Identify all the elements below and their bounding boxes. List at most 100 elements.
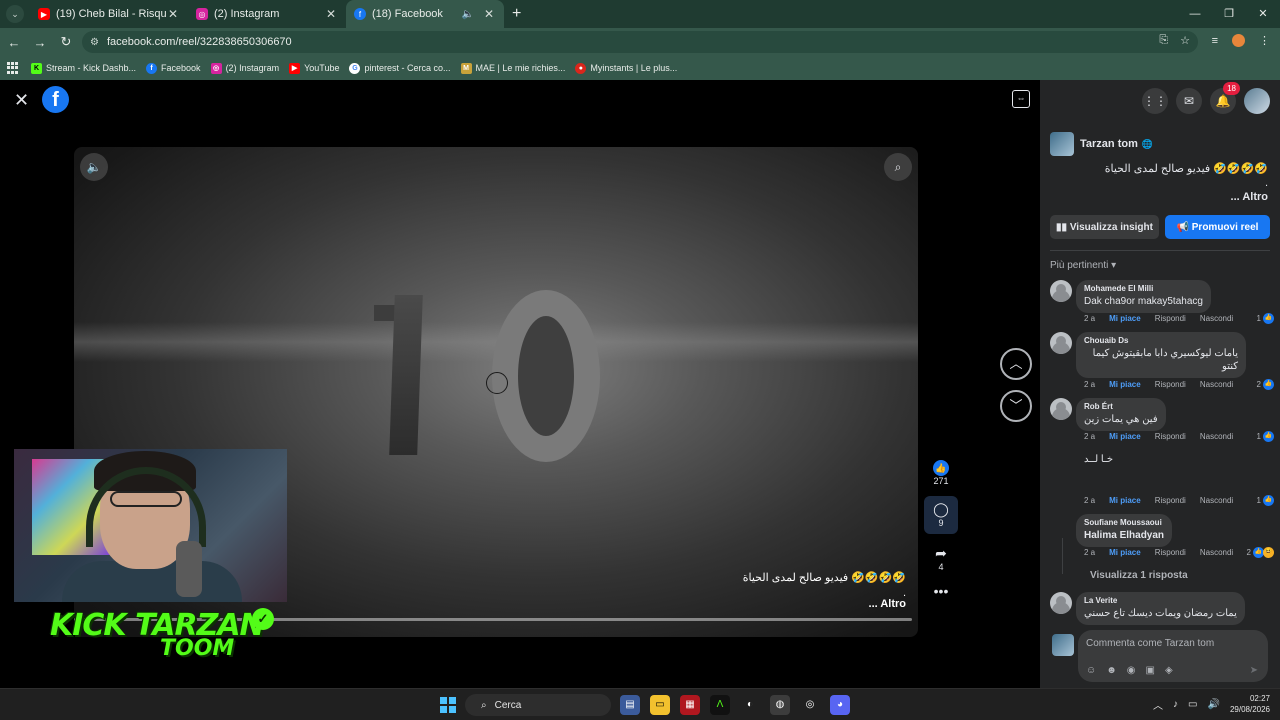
bookmark-mae[interactable]: M MAE | Le mie richies... xyxy=(460,62,565,74)
view-insights-button[interactable]: ▮▮ Visualizza insight xyxy=(1050,215,1159,239)
tab-close-icon[interactable]: ✕ xyxy=(482,7,496,21)
emoji-icon[interactable]: ☻ xyxy=(1106,665,1117,676)
bookmark-youtube[interactable]: ▶ YouTube xyxy=(289,62,339,74)
comment-reply-button[interactable]: Rispondi xyxy=(1155,496,1186,505)
comment-reactions[interactable]: 2 👍 😆 xyxy=(1247,547,1274,558)
comment-like-button[interactable]: Mi piace xyxy=(1109,432,1141,441)
commenter-name[interactable]: Mohamede El Milli xyxy=(1084,284,1203,293)
app-icon-1[interactable]: ▤ xyxy=(620,695,640,715)
send-icon[interactable]: ➤ xyxy=(1250,665,1258,676)
taskbar-search[interactable]: ⌕ Cerca xyxy=(465,694,611,716)
commenter-avatar[interactable] xyxy=(1050,398,1072,420)
bookmark-facebook[interactable]: f Facebook xyxy=(146,62,201,74)
tab-close-icon[interactable]: ✕ xyxy=(324,7,338,21)
chrome-icon[interactable]: ◍ xyxy=(770,695,790,715)
reel-caption-more[interactable]: ... Altro xyxy=(606,598,906,610)
comment-sort-dropdown[interactable]: Più pertinenti ▾ xyxy=(1050,260,1116,271)
tray-chevron-icon[interactable]: ︿ xyxy=(1153,697,1163,712)
commenter-name[interactable]: Rob Ért xyxy=(1084,402,1158,411)
commenter-name[interactable]: La Verite xyxy=(1084,596,1237,605)
next-reel-button[interactable]: ﹀ xyxy=(1000,390,1032,422)
network-icon[interactable]: ▭ xyxy=(1188,699,1197,710)
tab-search-chevron-icon[interactable]: ⌄ xyxy=(6,5,24,23)
comment-like-button[interactable]: Mi piace xyxy=(1109,496,1141,505)
back-icon[interactable]: ← xyxy=(2,35,26,50)
previous-reel-button[interactable]: ︿ xyxy=(1000,348,1032,380)
comment-button[interactable]: ◯ 9 xyxy=(924,496,958,534)
gif-icon[interactable]: ▣ xyxy=(1145,665,1154,676)
app-icon-green[interactable]: Λ xyxy=(710,695,730,715)
app-icon-capcut[interactable]: ◐ xyxy=(740,695,760,715)
expand-icon[interactable]: ⇔ xyxy=(1012,90,1030,108)
bookmark-pinterest[interactable]: Gpinterest - Cerca co... xyxy=(349,62,451,74)
comment-like-button[interactable]: Mi piace xyxy=(1109,314,1141,323)
apps-grid-icon[interactable] xyxy=(7,62,19,74)
tab-instagram[interactable]: ◎ (2) Instagram ✕ xyxy=(188,0,346,28)
promote-reel-button[interactable]: 📢 Promuovi reel xyxy=(1165,215,1270,239)
menu-dots-icon[interactable]: ⋮ xyxy=(1259,34,1270,47)
sticker-icon[interactable]: ◈ xyxy=(1165,665,1173,676)
commenter-avatar[interactable] xyxy=(1050,592,1072,614)
discord-icon[interactable]: ◕ xyxy=(830,695,850,715)
search-icon[interactable]: ⌕ xyxy=(884,153,912,181)
app-icon-red[interactable]: ▦ xyxy=(680,695,700,715)
speaker-muted-icon[interactable]: 🔈 xyxy=(462,9,474,20)
messenger-icon[interactable]: ✉ xyxy=(1176,88,1202,114)
commenter-avatar[interactable] xyxy=(1050,332,1072,354)
volume-icon[interactable]: 🔈 xyxy=(80,153,108,181)
comment-like-button[interactable]: Mi piace xyxy=(1109,548,1141,557)
close-icon[interactable]: ✕ xyxy=(14,90,29,111)
comment-reactions[interactable]: 1 👍 xyxy=(1257,495,1274,506)
address-bar[interactable]: ⚙ facebook.com/reel/322838650306670 ⎘ ☆ xyxy=(82,31,1198,53)
comment-reply-button[interactable]: Rispondi xyxy=(1155,548,1186,557)
minimize-icon[interactable]: — xyxy=(1178,0,1212,28)
like-button[interactable]: 👍 271 xyxy=(924,460,958,486)
comment-like-button[interactable]: Mi piace xyxy=(1109,380,1141,389)
notifications-bell-icon[interactable]: 🔔 18 xyxy=(1210,82,1240,114)
reel-author[interactable]: Tarzan tom 🌐 xyxy=(1050,132,1153,156)
comment-hide-button[interactable]: Nascondi xyxy=(1200,548,1233,557)
commenter-name[interactable]: Soufiane Moussaoui xyxy=(1084,518,1164,527)
account-avatar[interactable] xyxy=(1244,88,1270,114)
view-replies-link[interactable]: Visualizza 1 risposta xyxy=(1090,570,1188,581)
file-explorer-icon[interactable]: ▭ xyxy=(650,695,670,715)
new-tab-icon[interactable]: + xyxy=(512,5,521,23)
bookmark-star-icon[interactable]: ☆ xyxy=(1180,34,1190,47)
media-control-icon[interactable]: ≡ xyxy=(1212,35,1218,47)
facebook-logo[interactable]: f xyxy=(42,86,69,113)
commenter-name[interactable]: Chouaib Ds xyxy=(1084,336,1238,345)
profile-avatar[interactable] xyxy=(1232,34,1245,47)
restore-icon[interactable]: ❐ xyxy=(1212,0,1246,28)
comment-reply-button[interactable]: Rispondi xyxy=(1155,432,1186,441)
comment-hide-button[interactable]: Nascondi xyxy=(1200,496,1233,505)
volume-icon[interactable]: 🔊 xyxy=(1208,699,1220,710)
comment-input[interactable]: Commenta come Tarzan tom ☺ ☻ ◉ ▣ ◈ ➤ xyxy=(1078,630,1268,682)
cast-icon[interactable]: ⎘ xyxy=(1159,34,1168,47)
comment-reply-button[interactable]: Rispondi xyxy=(1155,380,1186,389)
reload-icon[interactable]: ↻ xyxy=(54,34,78,50)
site-info-icon[interactable]: ⚙ xyxy=(90,37,99,48)
comment-reactions[interactable]: 1 👍 xyxy=(1257,313,1274,324)
bookmark-kick[interactable]: K Stream - Kick Dashb... xyxy=(31,62,136,74)
comment-hide-button[interactable]: Nascondi xyxy=(1200,432,1233,441)
tab-close-icon[interactable]: ✕ xyxy=(166,7,180,21)
comment-reactions[interactable]: 2 👍 xyxy=(1257,379,1274,390)
comment-hide-button[interactable]: Nascondi xyxy=(1200,380,1233,389)
camera-icon[interactable]: ◉ xyxy=(1127,665,1136,676)
menu-grid-icon[interactable]: ⋮⋮ xyxy=(1142,88,1168,114)
system-clock[interactable]: 02:27 29/08/2026 xyxy=(1230,693,1270,715)
close-window-icon[interactable]: ✕ xyxy=(1246,0,1280,28)
description-more[interactable]: ... Altro xyxy=(1068,190,1268,204)
bookmark-myinstants[interactable]: ● Myinstants | Le plus... xyxy=(575,62,677,74)
tab-youtube[interactable]: ▶ (19) Cheb Bilal - Risqui Omri - Y ✕ xyxy=(30,0,188,28)
forward-icon[interactable]: → xyxy=(28,35,52,50)
commenter-avatar[interactable] xyxy=(1050,280,1072,302)
app-icon-obs[interactable]: ◎ xyxy=(800,695,820,715)
tab-facebook[interactable]: f (18) Facebook 🔈 ✕ xyxy=(346,0,504,28)
bookmark-instagram[interactable]: ◎ (2) Instagram xyxy=(210,62,279,74)
share-button[interactable]: ➦ 4 xyxy=(924,544,958,572)
more-options-button[interactable]: ••• xyxy=(924,582,958,600)
microphone-icon[interactable]: ♪ xyxy=(1173,699,1178,710)
comment-reply-button[interactable]: Rispondi xyxy=(1155,314,1186,323)
comment-hide-button[interactable]: Nascondi xyxy=(1200,314,1233,323)
